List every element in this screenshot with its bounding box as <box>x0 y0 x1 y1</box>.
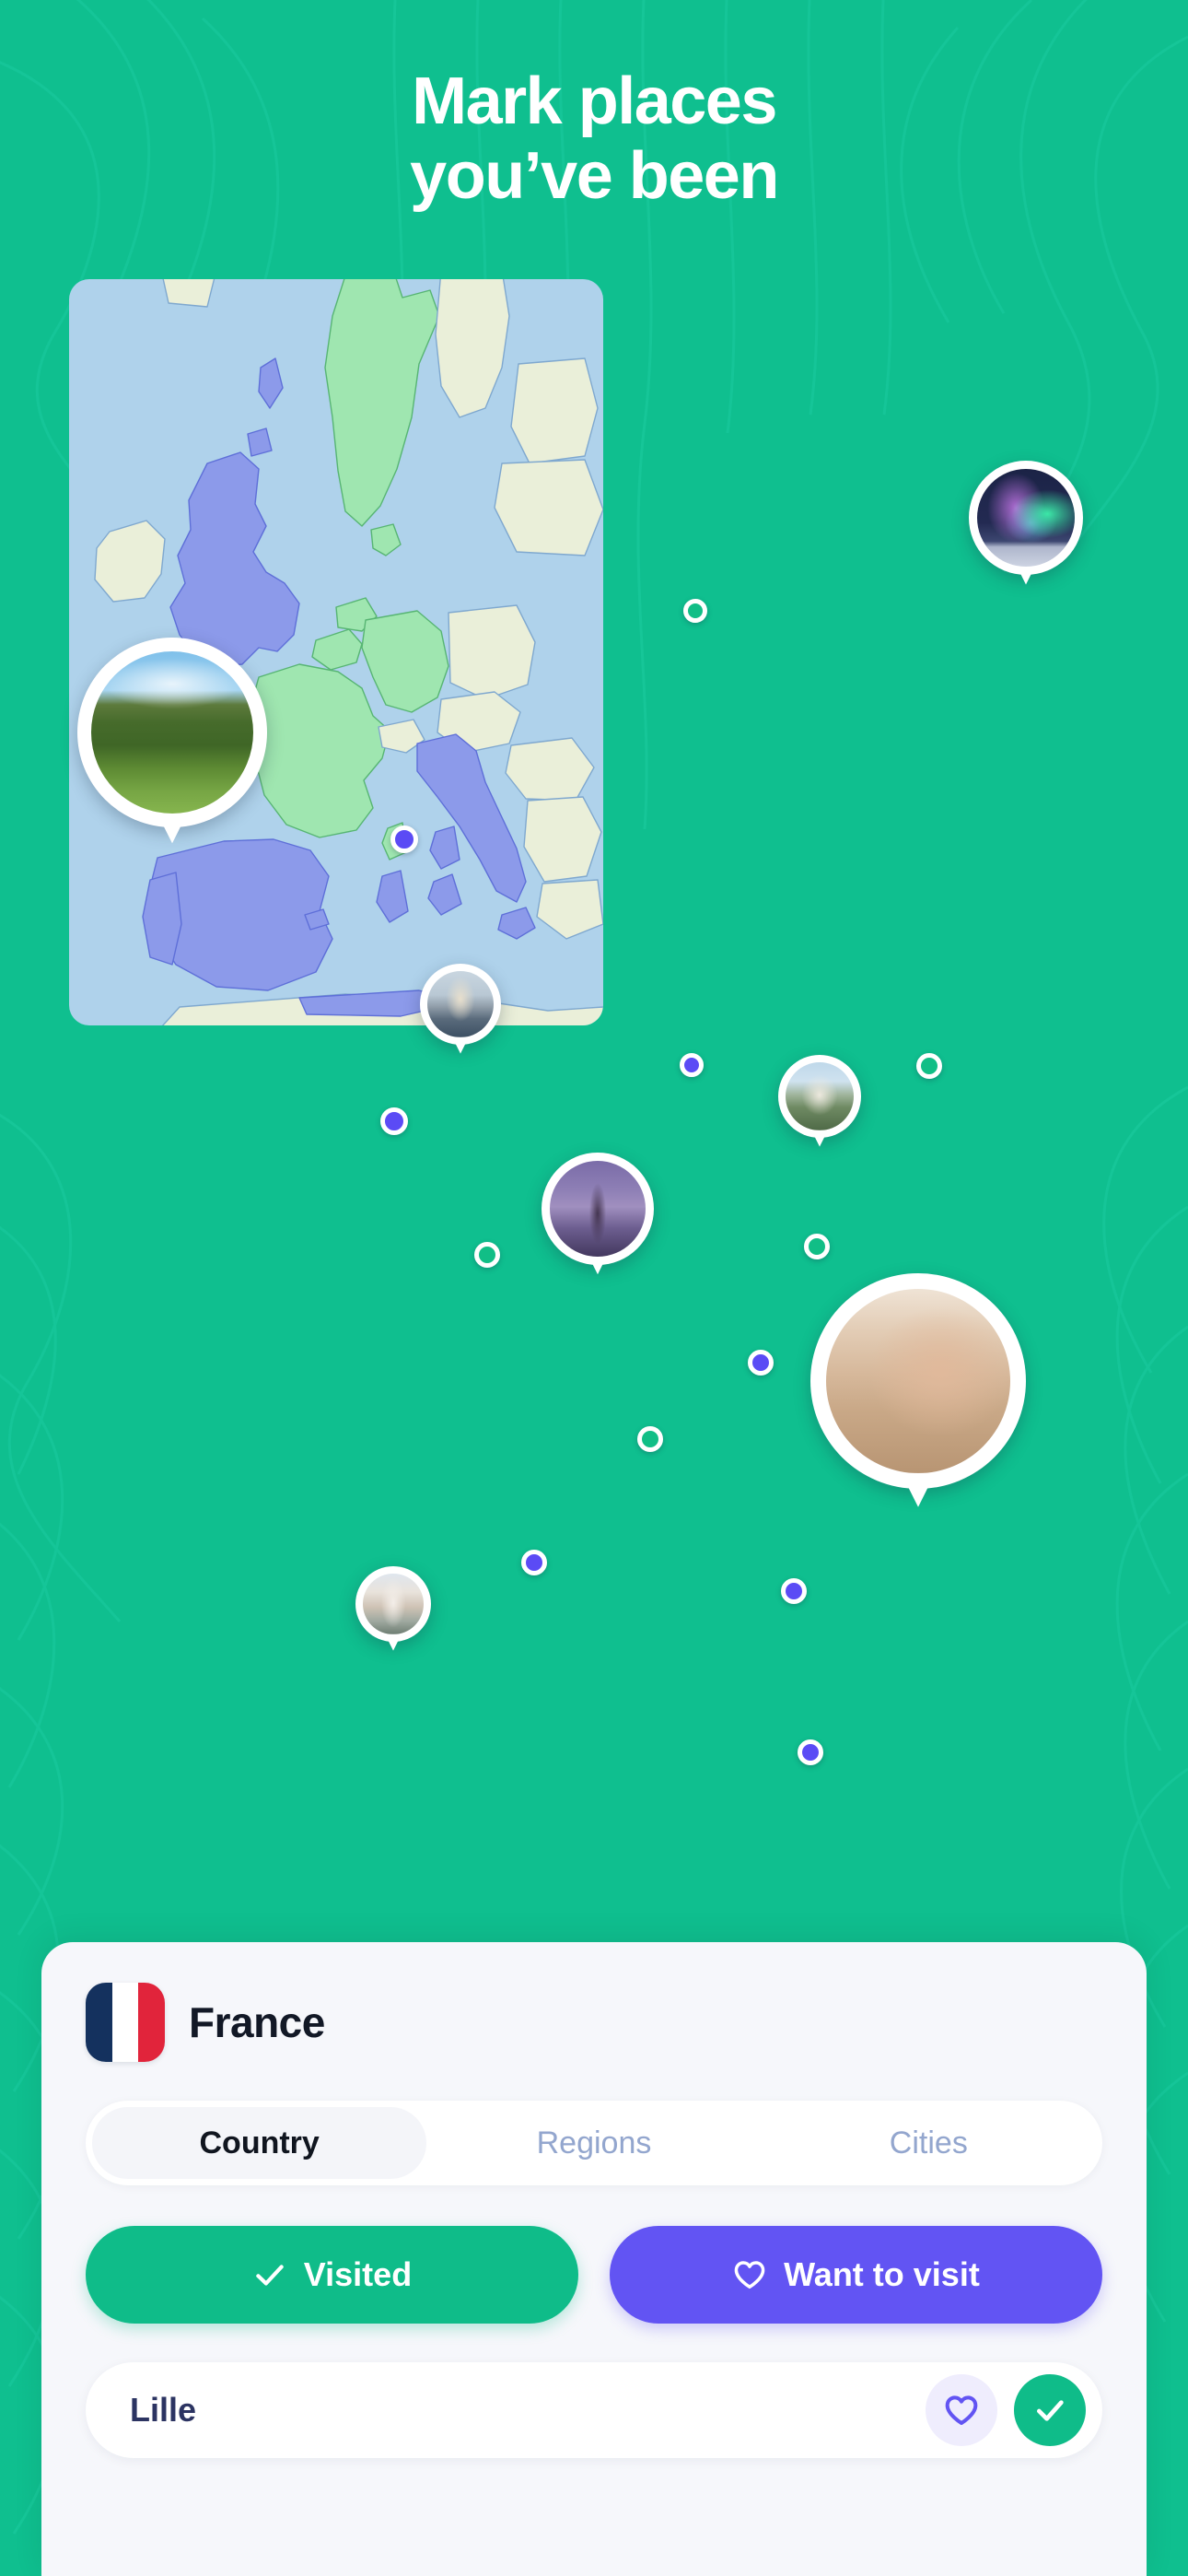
wishlist-dot[interactable] <box>748 1350 774 1376</box>
check-icon <box>256 2265 284 2286</box>
page-title: Mark places you’ve been <box>0 64 1188 213</box>
city-visited-button[interactable] <box>1014 2374 1086 2446</box>
pin-photo-texture <box>977 469 1075 567</box>
pin-bubble <box>420 964 501 1045</box>
country-header: France <box>41 1942 1147 2062</box>
wishlist-dot[interactable] <box>798 1739 823 1765</box>
visited-dot[interactable] <box>637 1426 663 1452</box>
visited-dot[interactable] <box>683 599 707 623</box>
pin-street[interactable] <box>355 1566 431 1642</box>
pin-aurora[interactable] <box>969 461 1083 575</box>
title-line-1: Mark places <box>412 64 777 138</box>
spanish-street-photo <box>363 1574 424 1634</box>
city-wishlist-button[interactable] <box>926 2374 997 2446</box>
wishlist-dot[interactable] <box>521 1550 547 1575</box>
pin-eiffel[interactable] <box>542 1153 654 1265</box>
wishlist-dot[interactable] <box>380 1107 408 1135</box>
heart-icon <box>945 2395 978 2425</box>
london-photo <box>427 971 494 1037</box>
wishlist-dot[interactable] <box>680 1053 704 1077</box>
visited-dot[interactable] <box>474 1242 500 1268</box>
eiffel-tower-photo <box>550 1161 646 1257</box>
country-name: France <box>189 1998 325 2046</box>
visited-dot[interactable] <box>804 1234 830 1259</box>
country-detail-sheet: France Country Regions Cities Visited Wa… <box>41 1942 1147 2576</box>
pin-bubble <box>542 1153 654 1265</box>
status-actions: Visited Want to visit <box>86 2226 1102 2324</box>
pin-photo-texture <box>786 1062 854 1130</box>
scope-tabs[interactable]: Country Regions Cities <box>86 2101 1102 2185</box>
pin-castle[interactable] <box>77 638 267 827</box>
pin-photo-texture <box>826 1289 1010 1473</box>
pin-neuschwanstein[interactable] <box>778 1055 861 1138</box>
tab-cities[interactable]: Cities <box>762 2107 1096 2179</box>
want-to-visit-button[interactable]: Want to visit <box>610 2226 1102 2324</box>
pin-bubble <box>778 1055 861 1138</box>
tab-regions[interactable]: Regions <box>426 2107 761 2179</box>
pin-bubble <box>810 1273 1026 1489</box>
aurora-photo <box>977 469 1075 567</box>
check-icon <box>1037 2400 1064 2421</box>
pin-london[interactable] <box>420 964 501 1045</box>
heart-icon <box>734 2261 765 2289</box>
wishlist-dot[interactable] <box>781 1578 807 1604</box>
pin-bubble <box>969 461 1083 575</box>
wishlist-dot[interactable] <box>390 825 418 853</box>
visited-button-label: Visited <box>303 2255 413 2293</box>
pin-colosseum[interactable] <box>810 1273 1026 1489</box>
irish-castle-photo <box>91 651 253 814</box>
city-actions <box>926 2374 1086 2446</box>
pin-photo-texture <box>550 1161 646 1257</box>
pin-bubble <box>77 638 267 827</box>
pin-photo-texture <box>91 651 253 814</box>
visited-dot[interactable] <box>916 1053 942 1079</box>
pin-photo-texture <box>363 1574 424 1634</box>
pin-bubble <box>355 1566 431 1642</box>
pin-photo-texture <box>427 971 494 1037</box>
colosseum-photo <box>826 1289 1010 1473</box>
tab-country[interactable]: Country <box>92 2107 427 2179</box>
city-list-item[interactable]: Lille <box>86 2362 1102 2458</box>
france-flag-icon <box>86 1983 165 2062</box>
visited-button[interactable]: Visited <box>86 2226 578 2324</box>
city-name: Lille <box>130 2391 197 2429</box>
title-line-2: you’ve been <box>410 138 779 213</box>
castle-photo <box>786 1062 854 1130</box>
want-to-visit-button-label: Want to visit <box>784 2255 980 2293</box>
